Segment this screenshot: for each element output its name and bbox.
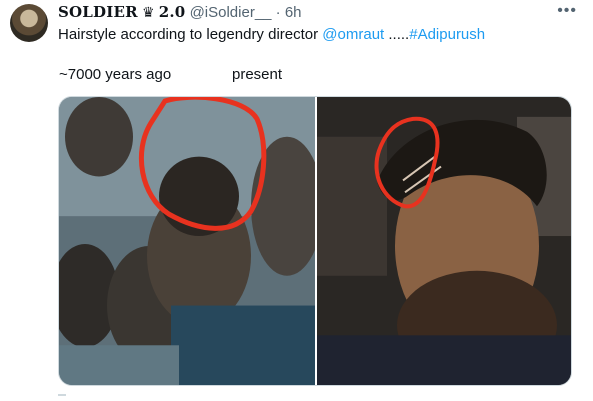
user-handle[interactable]: @iSoldier__ — [190, 4, 272, 21]
right-photo[interactable] — [317, 97, 572, 385]
display-name-suffix[interactable]: 2.0 — [159, 3, 186, 21]
tweet-text-ellipsis: ..... — [384, 26, 410, 43]
display-name[interactable]: SOLDIER — [58, 3, 138, 21]
mention-link[interactable]: @omraut — [322, 26, 384, 43]
tweet-text-part: Hairstyle according to legendry director — [58, 26, 323, 43]
next-row-hint — [58, 394, 66, 396]
crown-icon: ♛ — [141, 4, 155, 20]
separator-dot: · — [275, 4, 281, 21]
avatar[interactable] — [10, 4, 48, 42]
hashtag-link[interactable]: #Adipurush — [409, 26, 485, 43]
tweet-header: SOLDIER ♛ 2.0 @iSoldier__ · 6h — [58, 3, 302, 22]
timestamp[interactable]: 6h — [285, 4, 302, 21]
caption-right: present — [232, 66, 283, 83]
tweet-text: Hairstyle according to legendry director… — [58, 26, 485, 44]
tweet-media[interactable] — [58, 96, 572, 386]
left-photo[interactable] — [59, 97, 315, 385]
caption-left: ~7000 years ago — [59, 66, 172, 83]
more-icon[interactable]: ••• — [557, 2, 577, 20]
